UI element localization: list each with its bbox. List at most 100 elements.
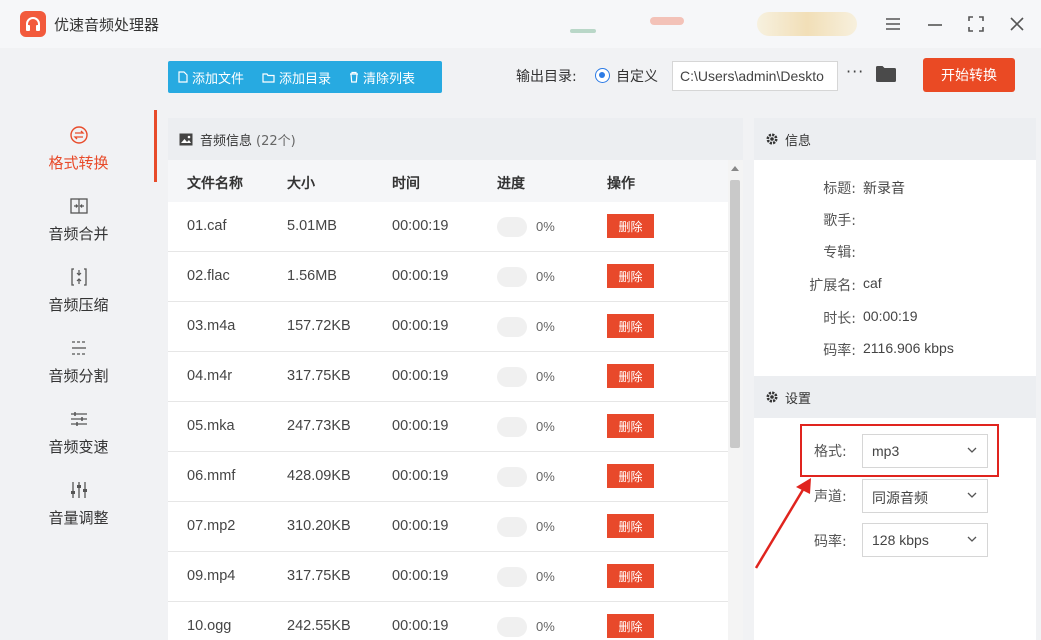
table-header: 文件名称 大小 时间 进度 操作 bbox=[168, 160, 728, 202]
sidebar-item-speed[interactable]: 音频变速 bbox=[0, 408, 157, 470]
sidebar-item-compress[interactable]: 音频压缩 bbox=[0, 266, 157, 328]
delete-button[interactable]: 删除 bbox=[607, 264, 654, 288]
audio-count: (22个) bbox=[256, 133, 296, 149]
sidebar-item-format-convert[interactable]: 格式转换 bbox=[0, 124, 157, 186]
file-size: 428.09KB bbox=[287, 468, 351, 484]
delete-button[interactable]: 删除 bbox=[607, 214, 654, 238]
format-convert-icon bbox=[68, 124, 90, 146]
info-key: 标题: bbox=[823, 181, 856, 197]
info-header: 信息 bbox=[754, 118, 1036, 160]
file-size: 310.20KB bbox=[287, 518, 351, 534]
minimize-icon[interactable] bbox=[921, 10, 949, 38]
info-value: 2116.906 kbps bbox=[863, 340, 954, 356]
volume-icon bbox=[68, 479, 90, 501]
file-size: 157.72KB bbox=[287, 318, 351, 334]
menu-icon[interactable] bbox=[879, 10, 907, 38]
compress-icon bbox=[68, 266, 90, 288]
add-file-button[interactable]: 添加文件 bbox=[178, 68, 244, 87]
sidebar-item-label: 格式转换 bbox=[48, 154, 109, 172]
info-key: 专辑: bbox=[823, 245, 856, 261]
table-row[interactable]: 07.mp2 310.20KB 00:00:19 0% 删除 bbox=[168, 502, 728, 552]
open-folder-icon[interactable] bbox=[876, 65, 896, 86]
file-name: 04.m4r bbox=[187, 368, 233, 384]
file-time: 00:00:19 bbox=[392, 518, 449, 534]
file-time: 00:00:19 bbox=[392, 368, 449, 384]
bitrate-select[interactable]: 128 kbps bbox=[862, 523, 988, 557]
file-time: 00:00:19 bbox=[392, 318, 449, 334]
delete-button[interactable]: 删除 bbox=[607, 414, 654, 438]
delete-button[interactable]: 删除 bbox=[607, 514, 654, 538]
settings-header: 设置 bbox=[754, 376, 1036, 418]
properties-panel: 信息 标题: 新录音 歌手: 专辑: 扩展名: caf 时长: 00:00:19… bbox=[754, 118, 1036, 640]
sidebar-item-label: 音频合并 bbox=[48, 225, 109, 243]
info-row-bitrate: 码率: 2116.906 kbps bbox=[754, 337, 1036, 361]
bitrate-label: 码率: bbox=[814, 534, 847, 550]
progress-value: 0% bbox=[536, 569, 555, 584]
image-icon bbox=[179, 133, 193, 145]
speed-icon bbox=[68, 408, 90, 430]
app-title: 优速音频处理器 bbox=[54, 16, 160, 34]
file-time: 00:00:19 bbox=[392, 618, 449, 634]
custom-output-radio[interactable] bbox=[595, 68, 610, 83]
table-row[interactable]: 05.mka 247.73KB 00:00:19 0% 删除 bbox=[168, 402, 728, 452]
channel-select[interactable]: 同源音频 bbox=[862, 479, 988, 513]
info-row-artist: 歌手: bbox=[754, 207, 1036, 231]
add-dir-button[interactable]: 添加目录 bbox=[262, 68, 331, 87]
close-icon[interactable] bbox=[1003, 10, 1031, 38]
output-path-field[interactable]: C:\Users\admin\Deskto bbox=[672, 61, 838, 91]
file-name: 10.ogg bbox=[187, 618, 232, 634]
scroll-up-arrow-icon[interactable] bbox=[731, 166, 739, 171]
progress-bar bbox=[497, 517, 527, 537]
chevron-down-icon bbox=[967, 492, 977, 498]
table-row[interactable]: 10.ogg 242.55KB 00:00:19 0% 删除 bbox=[168, 602, 728, 640]
progress-value: 0% bbox=[536, 319, 555, 334]
sidebar-item-volume[interactable]: 音量调整 bbox=[0, 479, 157, 541]
col-progress: 进度 bbox=[497, 176, 525, 192]
app-logo-icon bbox=[20, 11, 46, 37]
file-size: 1.56MB bbox=[287, 268, 337, 284]
progress-bar bbox=[497, 217, 527, 237]
table-row[interactable]: 02.flac 1.56MB 00:00:19 0% 删除 bbox=[168, 252, 728, 302]
scrollbar-thumb[interactable] bbox=[730, 180, 740, 448]
info-key: 歌手: bbox=[823, 213, 856, 229]
clear-list-button[interactable]: 清除列表 bbox=[349, 68, 415, 87]
info-title: 信息 bbox=[785, 133, 812, 149]
file-time: 00:00:19 bbox=[392, 568, 449, 584]
table-row[interactable]: 09.mp4 317.75KB 00:00:19 0% 删除 bbox=[168, 552, 728, 602]
browse-more-button[interactable]: ··· bbox=[846, 62, 864, 81]
trash-icon bbox=[350, 71, 359, 83]
file-time: 00:00:19 bbox=[392, 268, 449, 284]
table-row[interactable]: 04.m4r 317.75KB 00:00:19 0% 删除 bbox=[168, 352, 728, 402]
col-time: 时间 bbox=[392, 176, 420, 192]
file-time: 00:00:19 bbox=[392, 418, 449, 434]
file-name: 06.mmf bbox=[187, 468, 236, 484]
bitrate-value: 128 kbps bbox=[872, 532, 929, 548]
maximize-icon[interactable] bbox=[962, 10, 990, 38]
delete-button[interactable]: 删除 bbox=[607, 464, 654, 488]
progress-value: 0% bbox=[536, 519, 555, 534]
info-value: caf bbox=[863, 275, 882, 291]
delete-button[interactable]: 删除 bbox=[607, 614, 654, 638]
sidebar-item-split[interactable]: 音频分割 bbox=[0, 337, 157, 399]
file-time: 00:00:19 bbox=[392, 468, 449, 484]
delete-button[interactable]: 删除 bbox=[607, 564, 654, 588]
progress-bar bbox=[497, 317, 527, 337]
sidebar-item-label: 音频压缩 bbox=[48, 296, 109, 314]
col-action: 操作 bbox=[607, 176, 635, 192]
title-bar: 优速音频处理器 bbox=[0, 0, 1041, 48]
audio-list-panel: 音频信息 (22个) 文件名称 大小 时间 进度 操作 01.caf 5.01M… bbox=[168, 118, 743, 640]
start-convert-button[interactable]: 开始转换 bbox=[923, 58, 1015, 92]
progress-value: 0% bbox=[536, 369, 555, 384]
merge-icon bbox=[68, 195, 90, 217]
table-row[interactable]: 06.mmf 428.09KB 00:00:19 0% 删除 bbox=[168, 452, 728, 502]
delete-button[interactable]: 删除 bbox=[607, 314, 654, 338]
file-toolbar: 添加文件 添加目录 清除列表 bbox=[168, 61, 442, 93]
custom-output-label[interactable]: 自定义 bbox=[616, 66, 658, 86]
sidebar-item-merge[interactable]: 音频合并 bbox=[0, 195, 157, 257]
table-row[interactable]: 01.caf 5.01MB 00:00:19 0% 删除 bbox=[168, 202, 728, 252]
col-size: 大小 bbox=[287, 176, 315, 192]
delete-button[interactable]: 删除 bbox=[607, 364, 654, 388]
file-size: 317.75KB bbox=[287, 568, 351, 584]
table-row[interactable]: 03.m4a 157.72KB 00:00:19 0% 删除 bbox=[168, 302, 728, 352]
sidebar-item-label: 音频分割 bbox=[48, 367, 109, 385]
